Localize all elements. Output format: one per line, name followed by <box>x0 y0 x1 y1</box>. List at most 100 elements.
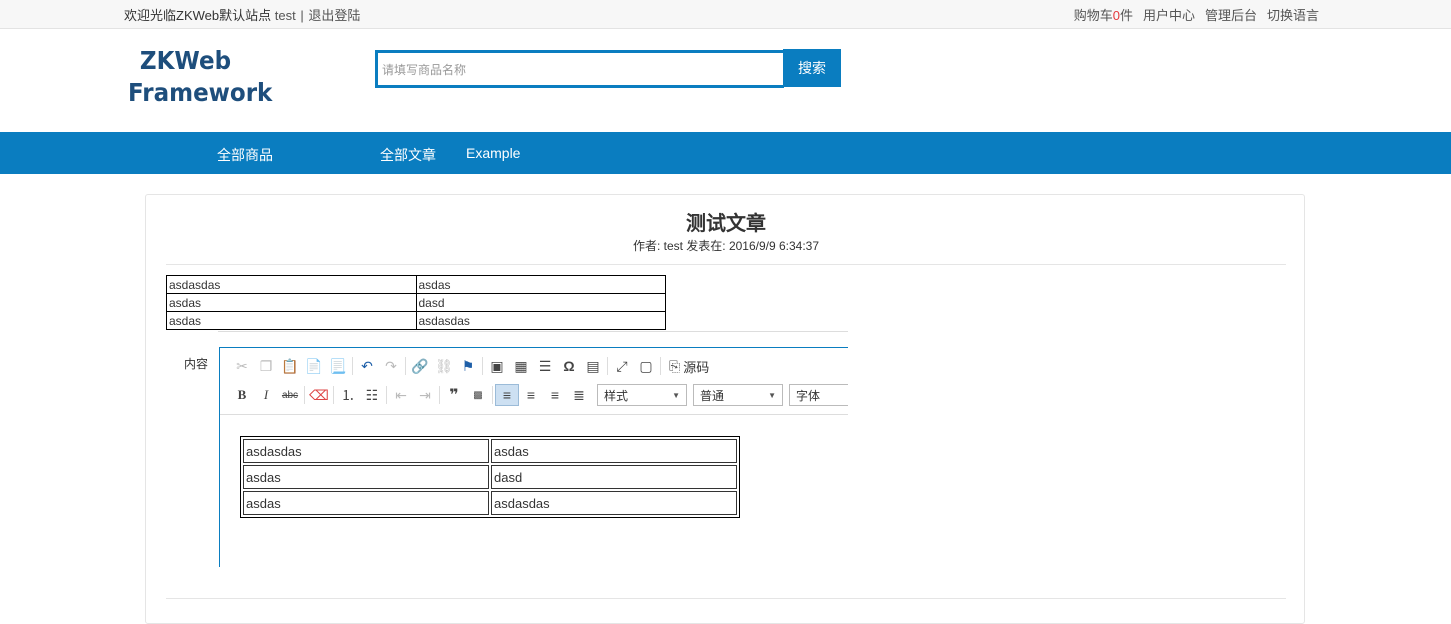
toolbar-separator <box>660 357 661 375</box>
article-table: asdasdas asdas asdas dasd asdas asdasdas <box>166 275 666 330</box>
cart-unit: 件 <box>1119 8 1133 23</box>
bulleted-list-icon[interactable]: ☷ <box>360 384 384 406</box>
divider <box>166 264 1286 265</box>
indent-icon[interactable]: ⇥ <box>413 384 437 406</box>
font-select[interactable]: 字体 <box>789 384 848 406</box>
remove-format-icon[interactable]: ⌫ <box>307 384 331 406</box>
table-row: asdasdas asdas <box>243 439 737 463</box>
table-cell: asdas <box>166 311 417 330</box>
search-button[interactable]: 搜索 <box>783 49 841 87</box>
username-link[interactable]: test <box>275 8 296 23</box>
special-char-icon[interactable]: Ω <box>557 355 581 377</box>
table-cell: asdasdas <box>415 311 666 330</box>
redo-icon[interactable]: ↷ <box>379 355 403 377</box>
table-row: asdas asdasdas <box>243 491 737 515</box>
table-row: asdas dasd <box>243 465 737 489</box>
logout-link[interactable]: 退出登陆 <box>308 8 360 23</box>
main-nav: 全部商品 全部文章 Example <box>0 132 1451 174</box>
divider <box>218 331 848 332</box>
paste-word-icon[interactable]: 📃 <box>326 355 350 377</box>
table-cell: asdas <box>415 275 666 294</box>
align-left-icon[interactable]: ≡ <box>495 384 519 406</box>
search-input[interactable] <box>382 59 777 81</box>
toolbar-separator <box>492 386 493 404</box>
table-cell[interactable]: asdas <box>243 465 489 489</box>
top-links: 购物车0件 用户中心 管理后台 切换语言 <box>1074 5 1319 24</box>
toolbar-separator <box>607 357 608 375</box>
align-right-icon[interactable]: ≡ <box>543 384 567 406</box>
editor-toolbar-row2: B I abc ⌫ ⒈ ☷ ⇤ ⇥ ❞ ▩ ≡ ≡ ≡ ≣ 样式 ▼ 普通 ▼ … <box>230 383 848 407</box>
source-label: 源码 <box>683 359 710 375</box>
outdent-icon[interactable]: ⇤ <box>389 384 413 406</box>
table-cell: dasd <box>415 293 666 312</box>
toolbar-separator <box>333 386 334 404</box>
strikethrough-icon[interactable]: abc <box>278 384 302 406</box>
nav-all-articles[interactable]: 全部文章 <box>380 145 436 165</box>
unlink-icon[interactable]: ⛓ <box>432 355 456 377</box>
maximize-icon[interactable]: ⤢ <box>610 355 634 377</box>
div-container-icon[interactable]: ▩ <box>466 384 490 406</box>
editor-toolbar-row1: ✂ ❐ 📋 📄 📃 ↶ ↷ 🔗 ⛓ ⚑ ▣ ▦ ☰ Ω ▤ ⤢ ▢ ⎘ 源码 <box>230 354 709 378</box>
format-select[interactable]: 普通 ▼ <box>693 384 783 406</box>
article-panel: 测试文章 作者: test 发表在: 2016/9/9 6:34:37 asda… <box>145 194 1305 624</box>
rich-text-editor: ✂ ❐ 📋 📄 📃 ↶ ↷ 🔗 ⛓ ⚑ ▣ ▦ ☰ Ω ▤ ⤢ ▢ ⎘ 源码 B… <box>219 347 848 567</box>
toolbar-separator <box>352 357 353 375</box>
image-icon[interactable]: ▣ <box>485 355 509 377</box>
divider <box>166 598 1286 599</box>
table-cell[interactable]: dasd <box>491 465 737 489</box>
content-label: 内容 <box>184 357 209 371</box>
align-justify-icon[interactable]: ≣ <box>567 384 591 406</box>
cart-label: 购物车 <box>1073 8 1113 23</box>
user-center-link[interactable]: 用户中心 <box>1143 5 1195 24</box>
editor-toolbar-divider <box>220 414 848 415</box>
toolbar-separator <box>405 357 406 375</box>
source-button[interactable]: ⎘ 源码 <box>669 357 709 376</box>
table-row: asdas dasd <box>166 293 666 312</box>
editor-table[interactable]: asdasdas asdas asdas dasd asdas asdasdas <box>240 436 740 518</box>
align-center-icon[interactable]: ≡ <box>519 384 543 406</box>
cart-link[interactable]: 购物车0件 <box>1074 5 1133 24</box>
cut-icon[interactable]: ✂ <box>230 355 254 377</box>
table-cell[interactable]: asdasdas <box>491 491 737 515</box>
show-blocks-icon[interactable]: ▢ <box>634 355 658 377</box>
toolbar-separator <box>439 386 440 404</box>
table-row: asdasdas asdas <box>166 275 666 294</box>
table-cell: asdas <box>166 293 417 312</box>
switch-language-link[interactable]: 切换语言 <box>1267 5 1319 24</box>
logo-line2: Framework <box>128 78 273 107</box>
article-title: 测试文章 <box>686 213 766 235</box>
paste-text-icon[interactable]: 📄 <box>302 355 326 377</box>
style-select-value: 样式 <box>604 388 629 403</box>
welcome-area: 欢迎光临ZKWeb默认站点 test | 退出登陆 <box>124 5 360 24</box>
table-row: asdas asdasdas <box>166 311 666 330</box>
table-cell[interactable]: asdasdas <box>243 439 489 463</box>
style-select[interactable]: 样式 ▼ <box>597 384 687 406</box>
bold-icon[interactable]: B <box>230 384 254 406</box>
chevron-down-icon: ▼ <box>768 390 776 400</box>
blockquote-icon[interactable]: ❞ <box>442 384 466 406</box>
nav-all-products[interactable]: 全部商品 <box>217 145 273 165</box>
nav-example[interactable]: Example <box>466 145 520 161</box>
site-logo[interactable]: ZKWeb Framework <box>128 45 273 109</box>
toolbar-separator <box>482 357 483 375</box>
copy-icon[interactable]: ❐ <box>254 355 278 377</box>
format-select-value: 普通 <box>700 388 725 403</box>
link-icon[interactable]: 🔗 <box>408 355 432 377</box>
numbered-list-icon[interactable]: ⒈ <box>336 384 360 406</box>
undo-icon[interactable]: ↶ <box>355 355 379 377</box>
cart-count: 0 <box>1112 8 1120 23</box>
admin-link[interactable]: 管理后台 <box>1205 5 1257 24</box>
table-cell[interactable]: asdas <box>243 491 489 515</box>
source-icon: ⎘ <box>669 357 681 374</box>
anchor-icon[interactable]: ⚑ <box>456 355 480 377</box>
logo-line1: ZKWeb <box>139 46 232 75</box>
table-cell[interactable]: asdas <box>491 439 737 463</box>
paste-icon[interactable]: 📋 <box>278 355 302 377</box>
chevron-down-icon: ▼ <box>672 390 680 400</box>
italic-icon[interactable]: I <box>254 384 278 406</box>
table-icon[interactable]: ▦ <box>509 355 533 377</box>
toolbar-separator <box>304 386 305 404</box>
horizontal-rule-icon[interactable]: ☰ <box>533 355 557 377</box>
toolbar-separator <box>386 386 387 404</box>
iframe-icon[interactable]: ▤ <box>581 355 605 377</box>
